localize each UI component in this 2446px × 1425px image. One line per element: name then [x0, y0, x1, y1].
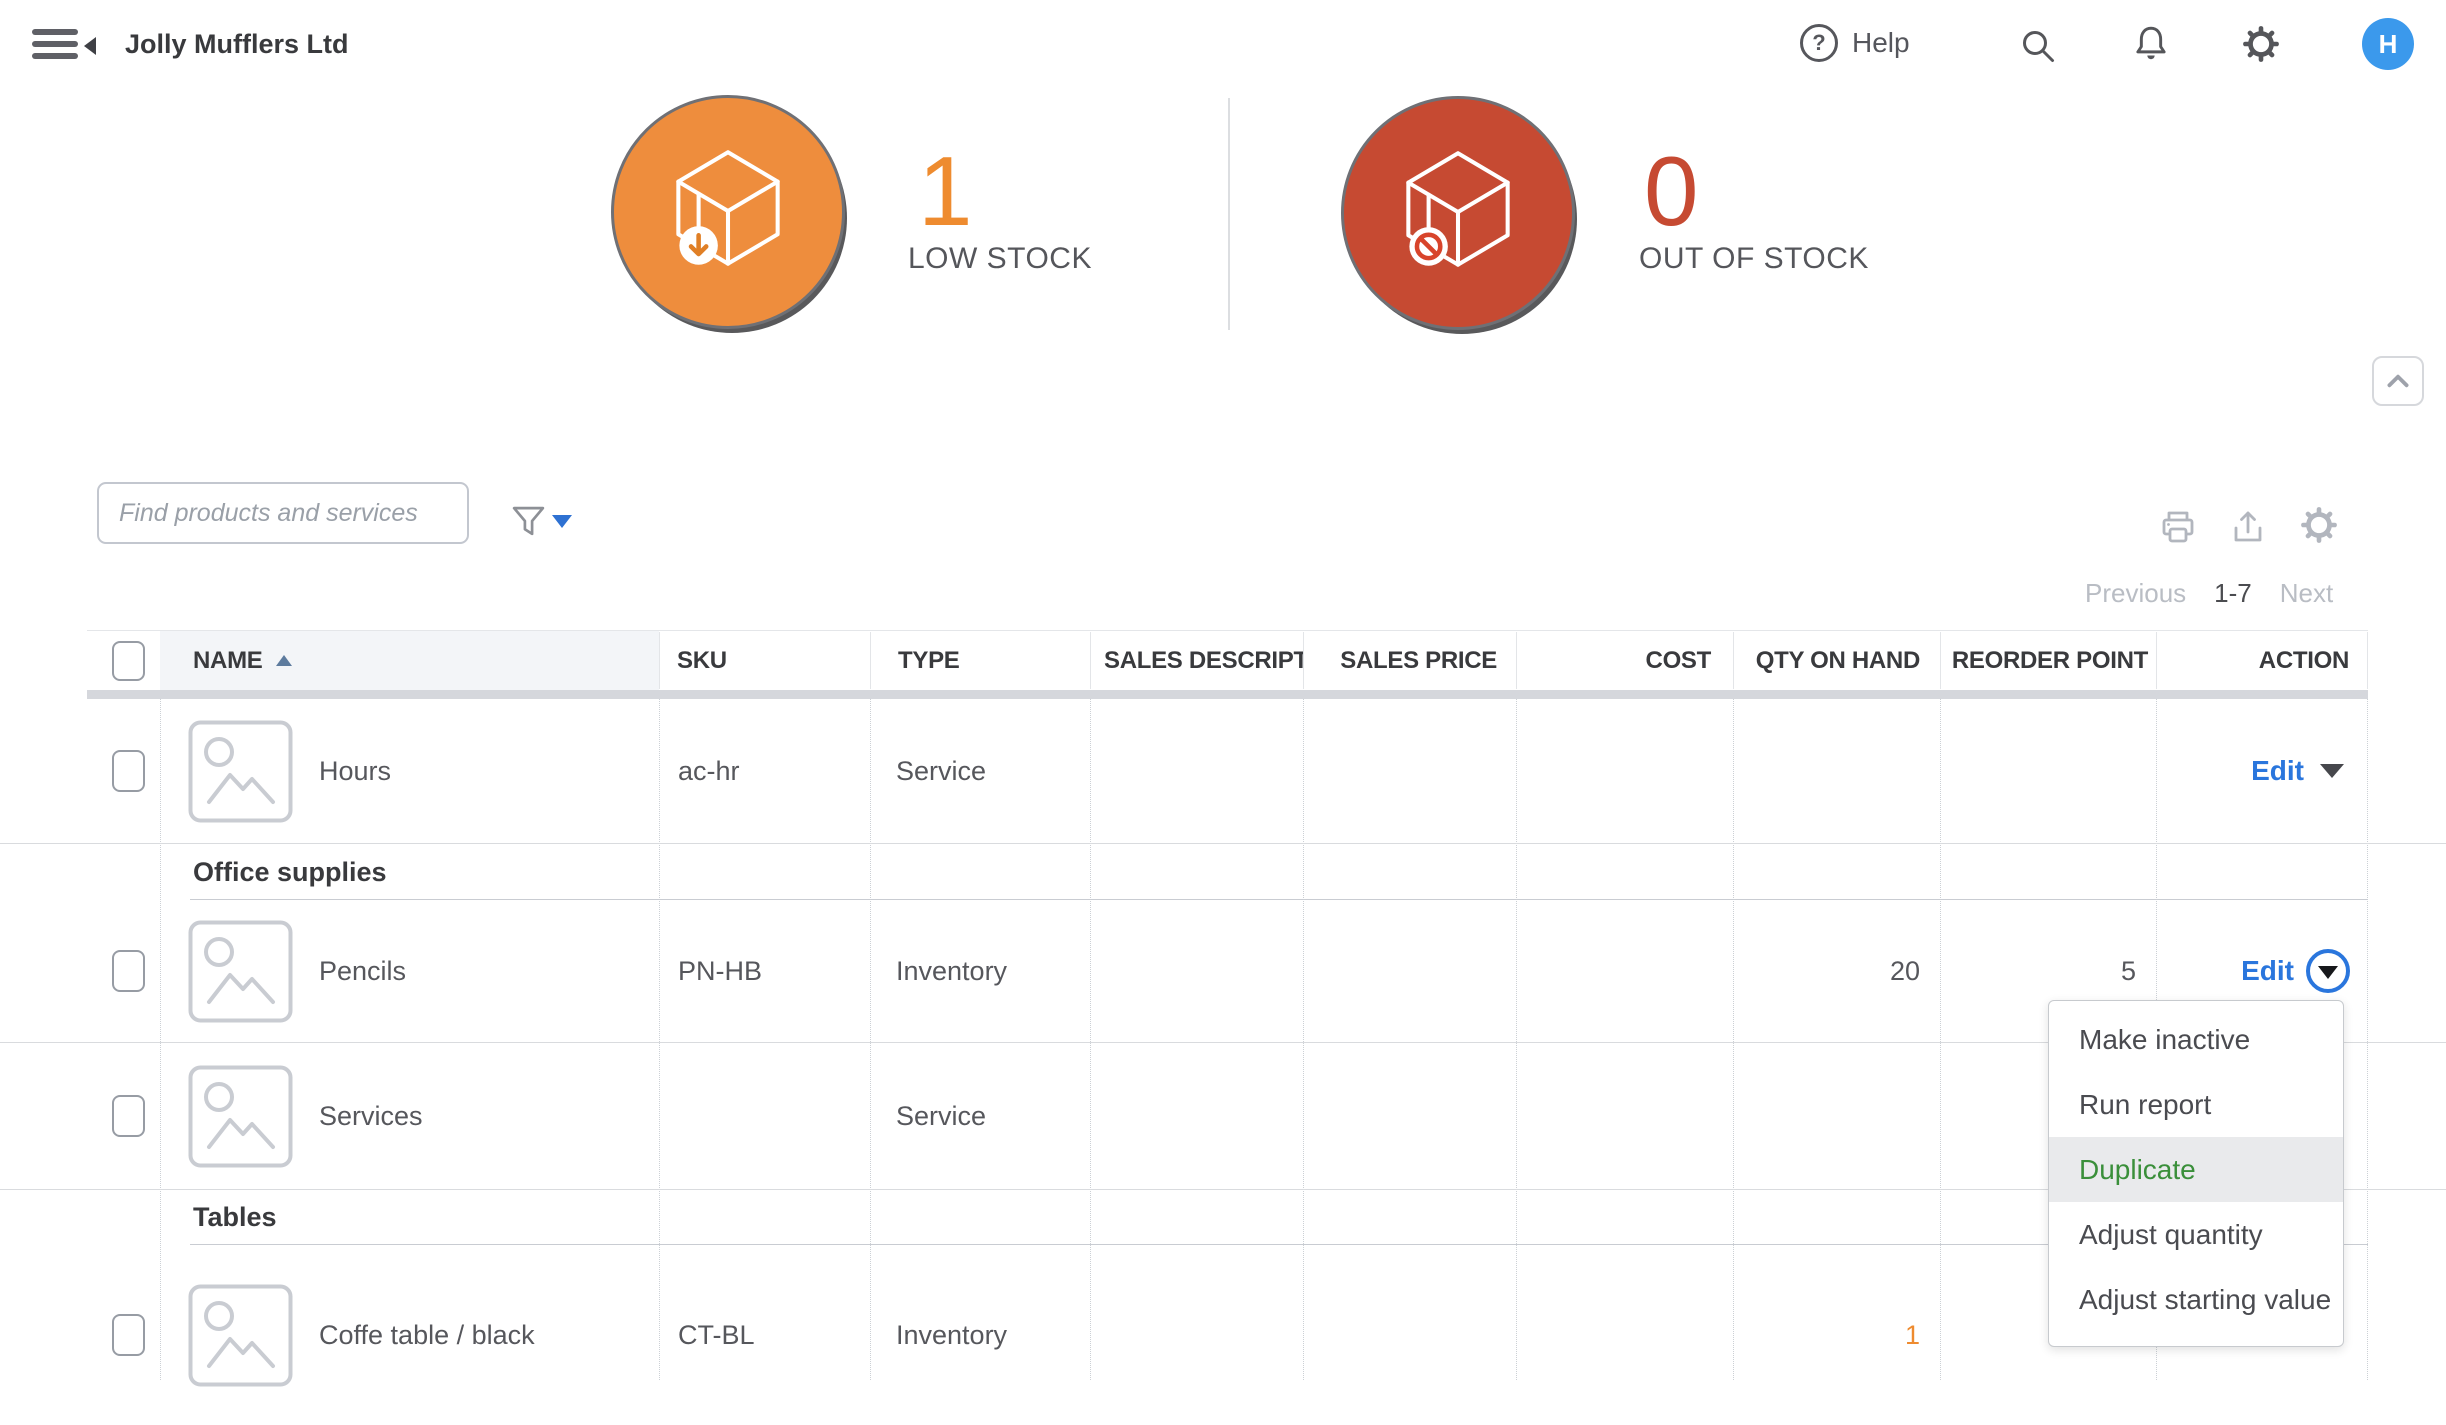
print-icon[interactable]: [2156, 506, 2200, 550]
hamburger-bar: [32, 29, 78, 35]
search-icon[interactable]: [2018, 26, 2058, 66]
search-input[interactable]: [97, 482, 469, 544]
header-divider: [2367, 632, 2368, 689]
item-type: Service: [896, 756, 986, 787]
row-checkbox[interactable]: [112, 1314, 145, 1356]
group-label: Tables: [193, 1190, 277, 1245]
edit-link[interactable]: Edit: [2241, 955, 2294, 987]
row-action-menu: Make inactive Run report Duplicate Adjus…: [2048, 1000, 2344, 1347]
out-of-stock-count: 0: [1644, 142, 1699, 240]
out-of-stock-box-icon: [1382, 137, 1534, 289]
pagination-next[interactable]: Next: [2280, 578, 2333, 609]
header-divider: [659, 632, 660, 689]
pagination-previous[interactable]: Previous: [2085, 578, 2186, 609]
low-stock-widget[interactable]: [611, 95, 845, 329]
header-sku[interactable]: SKU: [659, 631, 870, 690]
caret-triangle: [2318, 966, 2338, 979]
item-reorder: 5: [2121, 956, 2136, 987]
header-action: ACTION: [2156, 631, 2368, 690]
widget-divider: [1228, 98, 1230, 330]
item-name[interactable]: Hours: [319, 756, 391, 787]
row-checkbox[interactable]: [112, 950, 145, 992]
header-sales-description[interactable]: SALES DESCRIPT: [1090, 631, 1303, 690]
header-divider: [1940, 632, 1941, 689]
edit-dropdown-caret-open[interactable]: [2306, 949, 2350, 993]
hamburger-bar: [32, 53, 78, 59]
item-type: Inventory: [896, 956, 1007, 987]
filter-dropdown-caret[interactable]: [552, 515, 572, 528]
image-placeholder-icon: [188, 1284, 293, 1387]
item-qty: 20: [1890, 956, 1920, 987]
header-divider: [1516, 632, 1517, 689]
group-row-office-supplies: Office supplies: [0, 844, 2446, 900]
low-stock-label: LOW STOCK: [908, 242, 1092, 276]
filter-funnel-icon[interactable]: [510, 503, 547, 540]
edit-link[interactable]: Edit: [2251, 755, 2304, 787]
row-checkbox[interactable]: [112, 1095, 145, 1137]
menu-item-adjust-starting-value[interactable]: Adjust starting value: [2049, 1267, 2343, 1332]
avatar[interactable]: H: [2362, 18, 2414, 70]
top-bar: Jolly Mufflers Ltd ? Help H: [0, 0, 2446, 90]
header-name[interactable]: NAME: [160, 631, 659, 690]
header-type[interactable]: TYPE: [870, 631, 1090, 690]
image-placeholder-icon: [188, 1065, 293, 1168]
item-sku: ac-hr: [678, 756, 740, 787]
low-stock-box-icon: [652, 136, 804, 288]
item-name[interactable]: Pencils: [319, 956, 406, 987]
header-divider: [1303, 632, 1304, 689]
help-label: Help: [1852, 27, 1910, 59]
hamburger-bar: [32, 41, 78, 47]
header-divider: [1733, 632, 1734, 689]
menu-item-run-report[interactable]: Run report: [2049, 1072, 2343, 1137]
help-icon: ?: [1800, 24, 1838, 62]
header-divider: [870, 632, 871, 689]
item-name[interactable]: Coffe table / black: [319, 1320, 535, 1351]
help-button[interactable]: ? Help: [1800, 24, 1910, 62]
header-qty-on-hand[interactable]: QTY ON HAND: [1733, 631, 1940, 690]
collapse-panel-button[interactable]: [2372, 356, 2424, 406]
hamburger-left-caret: [84, 37, 96, 55]
header-cost[interactable]: COST: [1516, 631, 1733, 690]
gear-icon[interactable]: [2240, 23, 2282, 65]
menu-item-duplicate[interactable]: Duplicate: [2049, 1137, 2343, 1202]
table-gear-icon[interactable]: [2298, 504, 2340, 546]
header-bottom-band: [87, 690, 2368, 699]
pagination-range: 1-7: [2214, 578, 2252, 609]
header-checkbox-cell: [97, 631, 160, 690]
company-name: Jolly Mufflers Ltd: [125, 29, 349, 60]
row-checkbox[interactable]: [112, 750, 145, 792]
collapse-menu-icon[interactable]: [32, 29, 96, 63]
header-sales-price[interactable]: SALES PRICE: [1303, 631, 1516, 690]
menu-item-adjust-quantity[interactable]: Adjust quantity: [2049, 1202, 2343, 1267]
pagination: Previous 1-7 Next: [2085, 578, 2333, 609]
header-divider: [1090, 632, 1091, 689]
item-sku: PN-HB: [678, 956, 762, 987]
item-type: Inventory: [896, 1320, 1007, 1351]
out-of-stock-label: OUT OF STOCK: [1639, 242, 1869, 276]
item-type: Service: [896, 1101, 986, 1132]
image-placeholder-icon: [188, 920, 293, 1023]
table-header: NAME SKU TYPE SALES DESCRIPT SALES PRICE…: [0, 631, 2446, 690]
select-all-checkbox[interactable]: [112, 641, 145, 681]
low-stock-count: 1: [918, 142, 973, 240]
edit-dropdown-caret[interactable]: [2320, 764, 2344, 778]
header-divider: [2156, 632, 2157, 689]
table-row-hours: Hours ac-hr Service Edit: [0, 699, 2446, 844]
out-of-stock-widget[interactable]: [1341, 96, 1575, 330]
sort-asc-icon: [276, 655, 292, 666]
menu-item-make-inactive[interactable]: Make inactive: [2049, 1007, 2343, 1072]
item-sku: CT-BL: [678, 1320, 755, 1351]
inventory-page: { "topbar": { "company": "Jolly Mufflers…: [0, 0, 2446, 1380]
bell-icon[interactable]: [2130, 23, 2172, 65]
export-icon[interactable]: [2226, 506, 2270, 550]
chevron-up-icon: [2383, 368, 2413, 394]
header-reorder-point[interactable]: REORDER POINT: [1940, 631, 2156, 690]
item-name[interactable]: Services: [319, 1101, 423, 1132]
item-qty-alert: 1: [1905, 1320, 1920, 1351]
group-label: Office supplies: [193, 844, 387, 900]
image-placeholder-icon: [188, 720, 293, 823]
